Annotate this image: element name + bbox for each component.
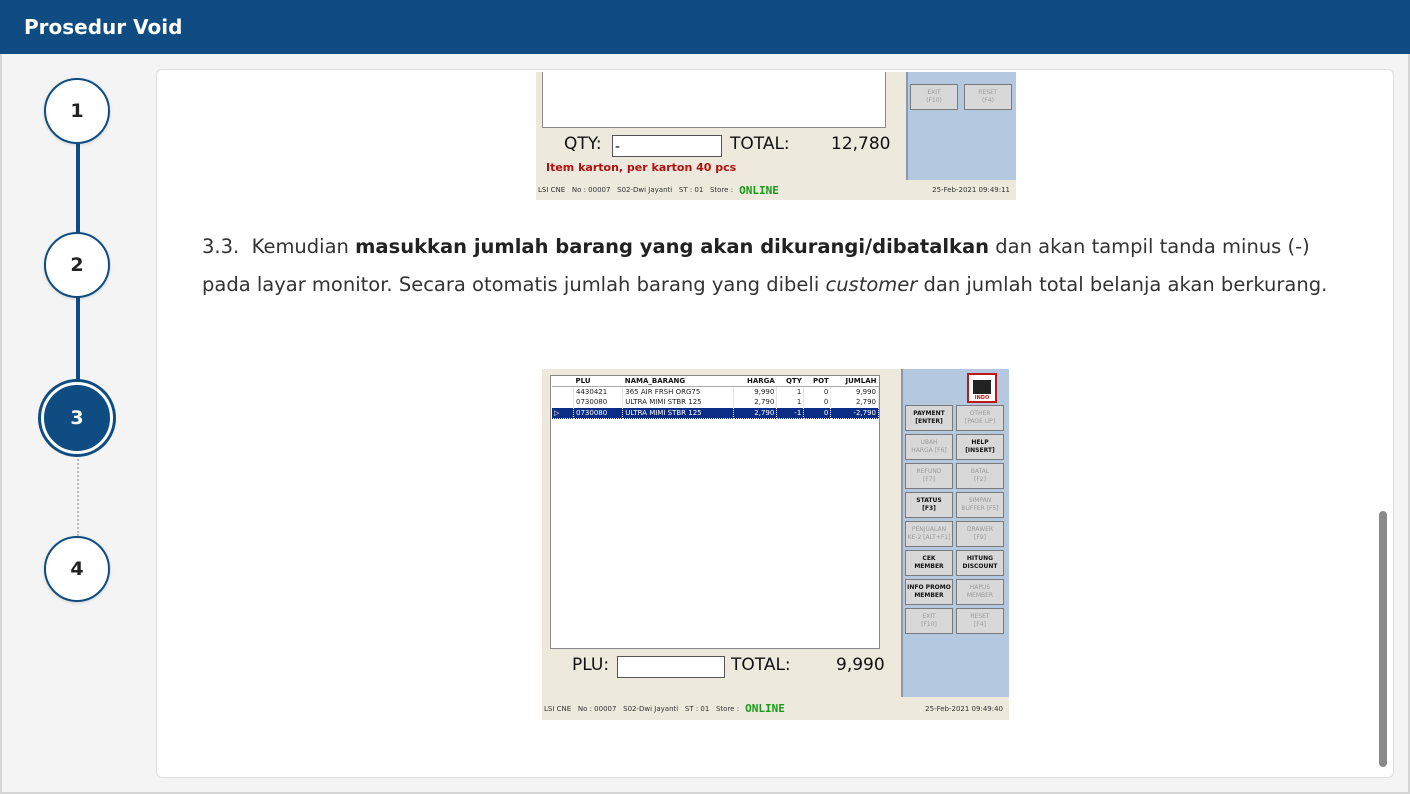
total-label: TOTAL: — [731, 655, 791, 675]
cell-qty: -1 — [776, 407, 805, 419]
para-text-1: Kemudian — [251, 235, 356, 258]
cell-nama: 365 AIR FRSH ORG75 — [622, 386, 734, 397]
cell-qty: 1 — [776, 397, 805, 408]
cell-pot: 0 — [803, 407, 832, 419]
col-jumlah: JUMLAH — [830, 376, 879, 387]
item-table: PLU NAMA_BARANG HARGA QTY POT JUMLAH 443… — [551, 376, 879, 419]
cell-harga: 9,990 — [733, 386, 778, 397]
status-datetime: 25-Feb-2021 09:49:40 — [925, 704, 1003, 713]
qty-input[interactable]: - — [612, 135, 722, 157]
pos-button-0[interactable]: PAYMENT [ENTER] — [905, 405, 953, 431]
col-nama-barang: NAMA_BARANG — [622, 376, 734, 387]
cell-harga: 2,790 — [733, 397, 778, 408]
reset-button[interactable]: RESET (F4) — [964, 84, 1012, 110]
cell-jumlah: 9,990 — [830, 386, 879, 397]
pos-button-9[interactable]: DRAWER [F9] — [956, 521, 1004, 547]
cell-plu: 0730080 — [573, 397, 624, 408]
row-indicator-header — [551, 376, 574, 387]
col-qty: QTY — [776, 376, 804, 387]
pos-button-10[interactable]: CEK MEMBER — [905, 550, 953, 576]
pos-button-6[interactable]: STATUS [F3] — [905, 492, 953, 518]
para-text-3: dan jumlah total belanja akan berkurang. — [917, 273, 1328, 296]
plu-input[interactable] — [617, 656, 725, 678]
cell-pot: 0 — [803, 386, 832, 397]
col-pot: POT — [803, 376, 831, 387]
status-left: LSI CNE No : 00007 S02-Dwi Jayanti ST : … — [544, 704, 740, 713]
para-italic: customer — [825, 273, 918, 296]
step-1[interactable]: 1 — [44, 78, 110, 144]
step-connector-1-2 — [76, 144, 80, 234]
step-3-active[interactable]: 3 — [41, 382, 113, 454]
pos-button-12[interactable]: INFO PROMO MEMBER — [905, 579, 953, 605]
pos-item-grid: PLU NAMA_BARANG HARGA QTY POT JUMLAH 443… — [550, 375, 880, 649]
qty-label: QTY: — [564, 134, 602, 154]
total-label: TOTAL: — [730, 134, 790, 154]
pos-button-2[interactable]: UBAH HARGA [F6] — [905, 434, 953, 460]
page-title: Prosedur Void — [24, 15, 183, 39]
pos-button-15[interactable]: RESET [F4] — [956, 608, 1004, 634]
pos-screenshot-top: EXIT (F10) RESET (F4) QTY: - TOTAL: 12,7… — [536, 72, 1016, 200]
indo-logo-text: INDO — [974, 395, 990, 401]
total-value: 12,780 — [831, 134, 891, 154]
vertical-scrollbar[interactable] — [1379, 511, 1387, 767]
row-indicator — [551, 386, 574, 397]
qty-value: - — [615, 139, 621, 155]
table-row[interactable]: 0730080 ULTRA MIMI STBR 125 2,790 1 0 2,… — [551, 397, 879, 408]
step-4[interactable]: 4 — [44, 536, 110, 602]
instruction-paragraph: 3.3. Kemudian masukkan jumlah barang yan… — [202, 228, 1362, 304]
pos-button-7[interactable]: SIMPAN BUFFER [F5] — [956, 492, 1004, 518]
cell-pot: 0 — [803, 397, 832, 408]
pos-button-1[interactable]: OTHER [PAGE UP] — [956, 405, 1004, 431]
pos-button-5[interactable]: BATAL [F2] — [956, 463, 1004, 489]
pos-button-13[interactable]: HAPUS MEMBER — [956, 579, 1004, 605]
pos-button-3[interactable]: HELP [INSERT] — [956, 434, 1004, 460]
pos-screenshot-bottom: PLU NAMA_BARANG HARGA QTY POT JUMLAH 443… — [542, 369, 1009, 720]
cell-plu: 0730080 — [572, 407, 624, 419]
pos-status-bar: LSI CNE No : 00007 S02-Dwi Jayanti ST : … — [536, 180, 1016, 200]
plu-label: PLU: — [572, 655, 610, 675]
pos-item-grid — [542, 72, 886, 128]
table-row[interactable]: 4430421 365 AIR FRSH ORG75 9,990 1 0 9,9… — [551, 386, 879, 397]
item-note: Item karton, per karton 40 pcs — [546, 161, 737, 174]
pos-button-4[interactable]: REFUND [F7] — [905, 463, 953, 489]
step-connector-3-4 — [77, 452, 79, 536]
step-connector-2-3 — [76, 296, 80, 384]
cell-plu: 4430421 — [573, 386, 624, 397]
exit-button[interactable]: EXIT (F10) — [910, 84, 958, 110]
row-indicator-arrow-icon: ▷ — [551, 407, 574, 419]
col-harga: HARGA — [733, 376, 777, 387]
online-status: ONLINE — [745, 702, 785, 715]
table-row-selected[interactable]: ▷ 0730080 ULTRA MIMI STBR 125 2,790 -1 0… — [551, 407, 879, 419]
pos-side-panel: EXIT (F10) RESET (F4) — [906, 72, 1016, 180]
page-header: Prosedur Void — [0, 0, 1410, 54]
cell-harga: 2,790 — [732, 407, 778, 419]
pos-button-11[interactable]: HITUNG DISCOUNT — [956, 550, 1004, 576]
row-indicator — [551, 397, 574, 408]
cell-jumlah: -2,790 — [830, 407, 879, 419]
para-number: 3.3. — [202, 235, 240, 258]
total-value: 9,990 — [836, 655, 885, 675]
para-bold: masukkan jumlah barang yang akan dikuran… — [355, 235, 990, 258]
status-left: LSI CNE No : 00007 S02-Dwi Jayanti ST : … — [538, 186, 734, 194]
col-plu: PLU — [573, 376, 623, 387]
table-header-row: PLU NAMA_BARANG HARGA QTY POT JUMLAH — [551, 376, 879, 387]
pos-button-8[interactable]: PENJUALAN KE-2 [ALT+F1] — [905, 521, 953, 547]
indo-logo: INDO — [967, 373, 997, 403]
pos-status-bar: LSI CNE No : 00007 S02-Dwi Jayanti ST : … — [542, 697, 1009, 720]
cell-jumlah: 2,790 — [830, 397, 879, 408]
online-status: ONLINE — [739, 183, 779, 197]
indo-logo-emblem-icon — [973, 380, 991, 394]
cell-qty: 1 — [776, 386, 805, 397]
step-2[interactable]: 2 — [44, 232, 110, 298]
pos-button-14[interactable]: EXIT [F10] — [905, 608, 953, 634]
cell-nama: ULTRA MIMI STBR 125 — [622, 397, 734, 408]
cell-nama: ULTRA MIMI STBR 125 — [622, 407, 734, 419]
status-datetime: 25-Feb-2021 09:49:11 — [932, 186, 1010, 194]
